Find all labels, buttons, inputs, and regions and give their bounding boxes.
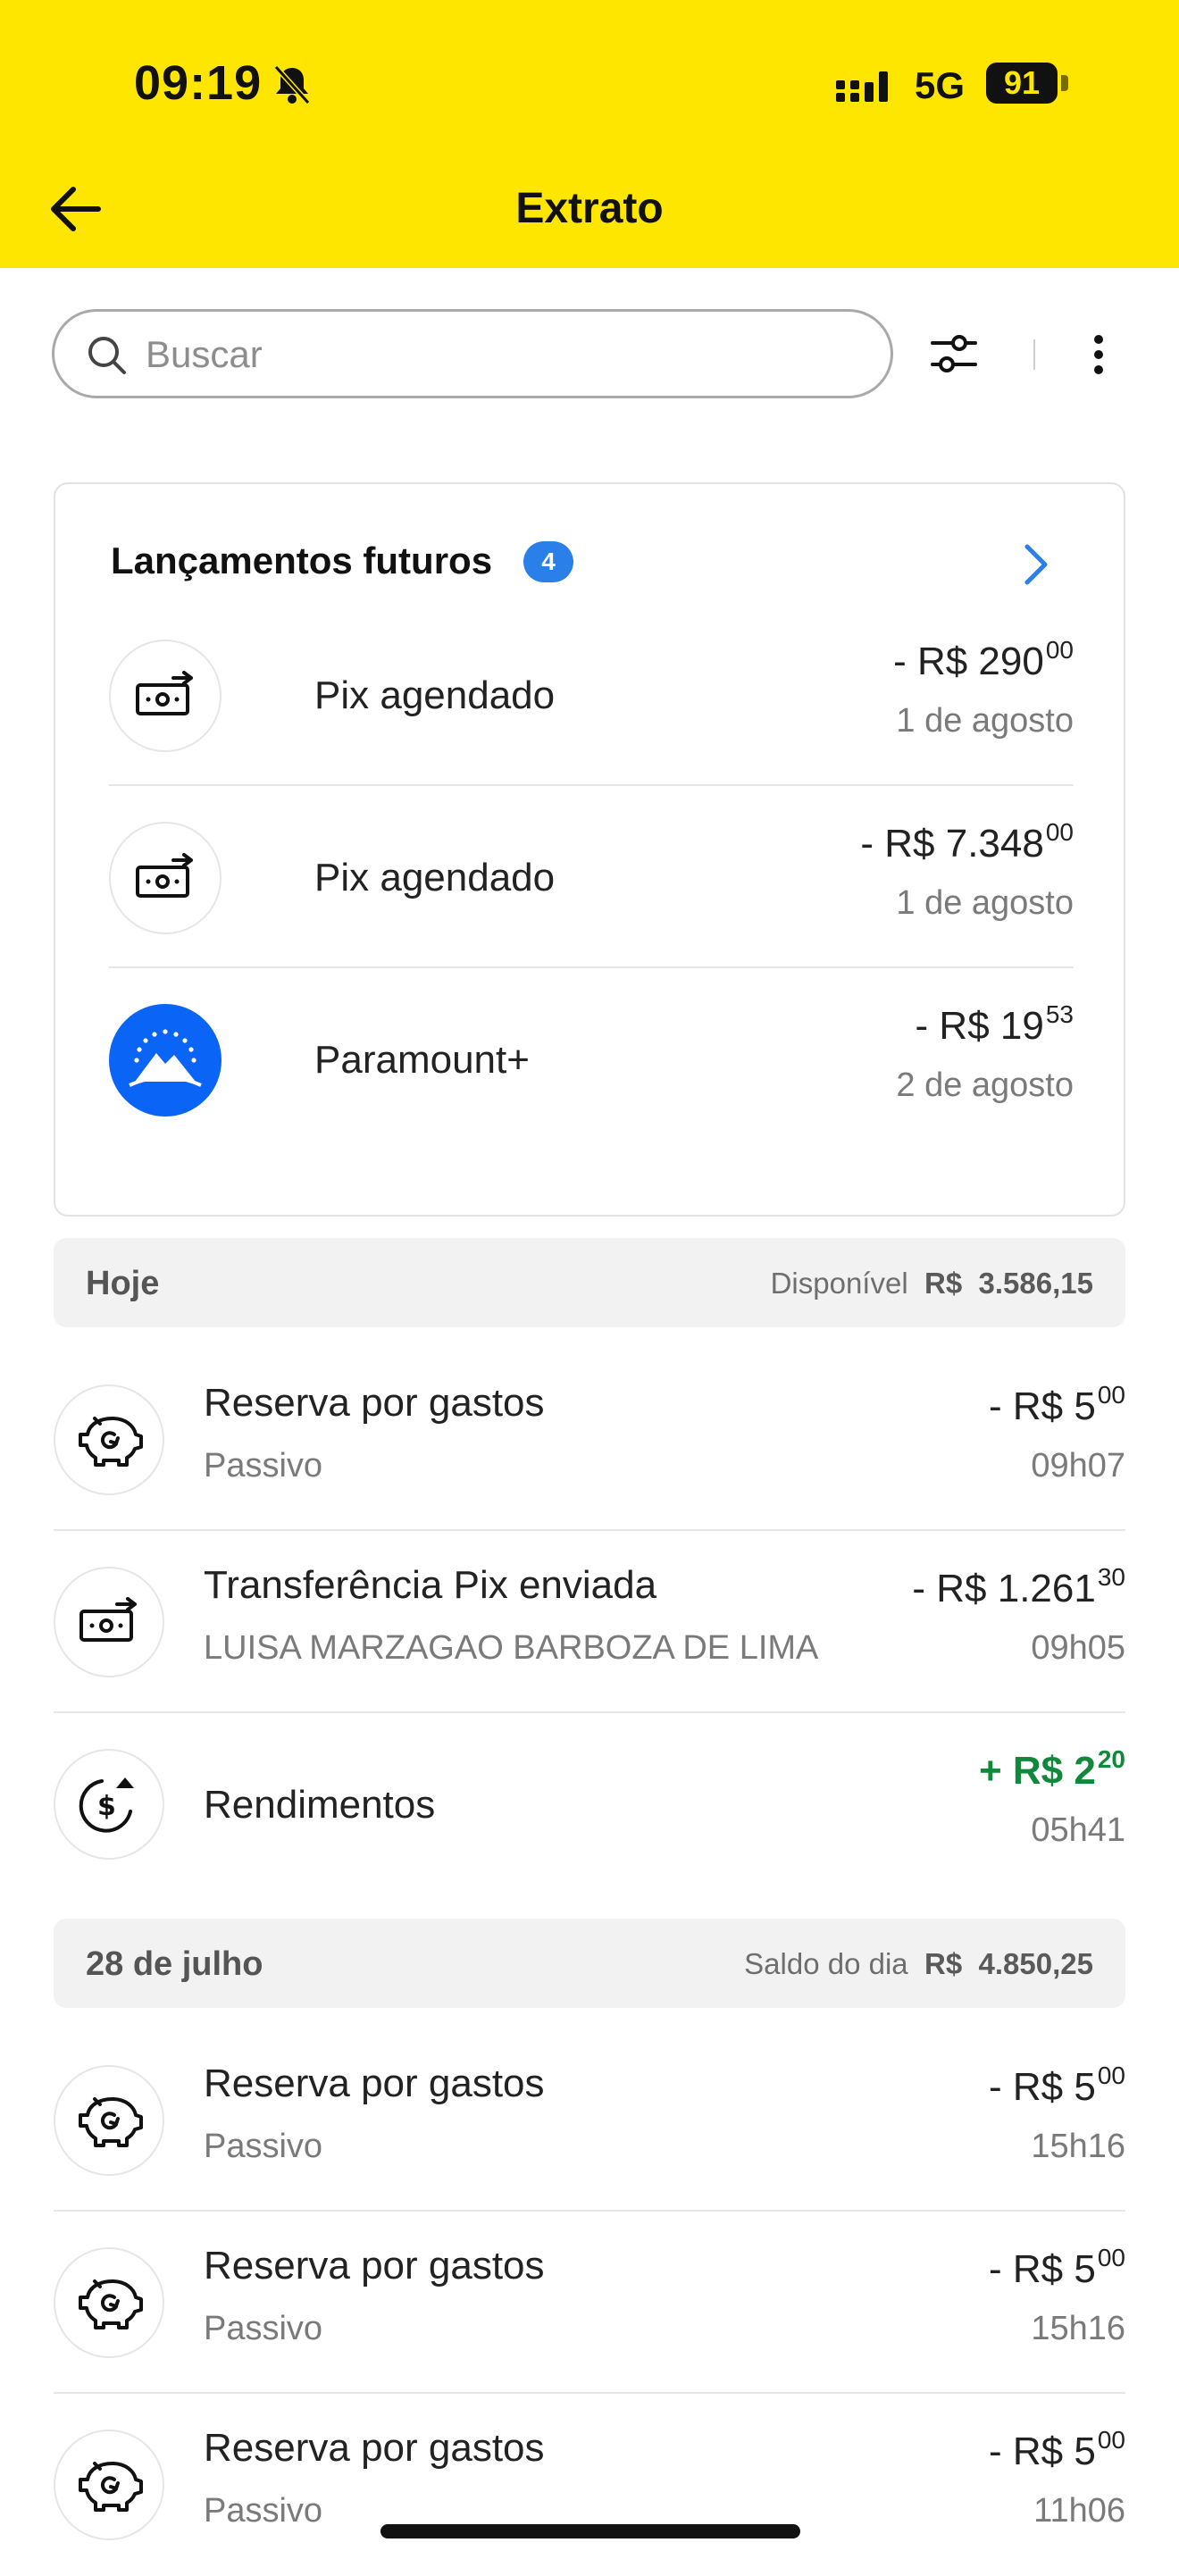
transaction-time: 05h41	[1031, 1811, 1125, 1849]
day-balance: Disponível R$ 3.586,15	[770, 1267, 1093, 1300]
day-header: Hoje Disponível R$ 3.586,15	[54, 1238, 1125, 1327]
network-type: 5G	[915, 64, 966, 106]
home-indicator[interactable]	[380, 2524, 800, 2538]
future-launches-title: Lançamentos futuros	[111, 539, 493, 581]
paramount-logo	[109, 1004, 222, 1117]
transaction-row[interactable]: Reserva por gastos Passivo - R$ 500 15h1…	[54, 2029, 1125, 2212]
transaction-sub: Passivo	[204, 2128, 323, 2165]
transaction-name: Transferência Pix enviada	[204, 1563, 657, 1607]
future-item-date: 1 de agosto	[896, 702, 1074, 740]
transaction-amount: - R$ 500	[989, 1381, 1125, 1428]
day-balance: Saldo do dia R$ 4.850,25	[744, 1947, 1093, 1980]
transaction-name: Reserva por gastos	[204, 1381, 545, 1425]
transaction-sub: LUISA MARZAGAO BARBOZA DE LIMA	[204, 1629, 819, 1667]
svg-text:$: $	[97, 1791, 116, 1822]
more-options-icon[interactable]	[1091, 334, 1106, 375]
transaction-name: Reserva por gastos	[204, 2062, 545, 2105]
transaction-name: Rendimentos	[204, 1783, 436, 1827]
piggy-bank-icon	[54, 2430, 164, 2540]
future-item-date: 1 de agosto	[896, 884, 1074, 922]
filter-icon[interactable]	[929, 330, 979, 377]
transaction-amount: + R$ 220	[978, 1745, 1125, 1793]
battery-icon: 91	[986, 63, 1068, 104]
future-item-label: Pix agendado	[314, 856, 556, 899]
app-header: 09:19 5G 91 Extrato	[0, 0, 1179, 268]
transaction-amount: - R$ 500	[989, 2244, 1125, 2291]
pix-transfer-icon	[54, 1567, 164, 1677]
day-name: 28 de julho	[86, 1945, 263, 1983]
scheduled-pix-icon	[109, 822, 222, 934]
piggy-bank-icon	[54, 1384, 164, 1495]
transaction-time: 15h16	[1031, 2310, 1125, 2347]
signal-icon	[836, 71, 888, 102]
piggy-bank-icon	[54, 2247, 164, 2358]
bell-muted-icon	[273, 64, 311, 105]
search-icon	[88, 337, 126, 374]
future-item[interactable]: Pix agendado - R$ 7.34800 1 de agosto	[109, 786, 1074, 968]
transaction-sub: Passivo	[204, 2310, 323, 2347]
transaction-name: Reserva por gastos	[204, 2426, 545, 2470]
transaction-time: 11h06	[1033, 2492, 1125, 2530]
transaction-name: Reserva por gastos	[204, 2244, 545, 2287]
future-item[interactable]: Pix agendado - R$ 29000 1 de agosto	[109, 604, 1074, 786]
transaction-row[interactable]: Reserva por gastos Passivo - R$ 500 09h0…	[54, 1349, 1125, 1531]
transaction-sub: Passivo	[204, 1447, 323, 1485]
future-launches-card[interactable]: Lançamentos futuros 4 Pix agendado - R$ …	[54, 482, 1125, 1217]
transaction-row[interactable]: $ Rendimentos + R$ 220 05h41	[54, 1713, 1125, 1895]
toolbar-divider	[1033, 339, 1035, 370]
transaction-row[interactable]: Transferência Pix enviada LUISA MARZAGAO…	[54, 1531, 1125, 1713]
transaction-amount: - R$ 1.26130	[912, 1563, 1125, 1610]
count-badge: 4	[523, 541, 573, 582]
transaction-row[interactable]: Reserva por gastos Passivo - R$ 500 15h1…	[54, 2212, 1125, 2394]
transaction-amount: - R$ 500	[989, 2426, 1125, 2473]
future-item-amount: - R$ 7.34800	[860, 818, 1074, 866]
future-item-date: 2 de agosto	[896, 1066, 1074, 1104]
future-item-label: Paramount+	[314, 1038, 530, 1082]
future-item-amount: - R$ 1953	[915, 1000, 1074, 1048]
transaction-amount: - R$ 500	[989, 2062, 1125, 2109]
future-item[interactable]: Paramount+ - R$ 1953 2 de agosto	[109, 968, 1074, 1150]
scheduled-pix-icon	[109, 640, 222, 752]
day-name: Hoje	[86, 1265, 160, 1302]
transaction-time: 09h05	[1031, 1629, 1125, 1667]
status-time: 09:19	[134, 56, 263, 110]
transaction-time: 15h16	[1031, 2128, 1125, 2165]
transaction-row[interactable]: Reserva por gastos Passivo - R$ 500 11h0…	[54, 2394, 1125, 2576]
chevron-right-icon[interactable]	[1022, 543, 1049, 586]
earnings-icon: $	[54, 1749, 164, 1860]
piggy-bank-icon	[54, 2065, 164, 2176]
search-field[interactable]	[52, 309, 893, 398]
transaction-sub: Passivo	[204, 2492, 323, 2530]
future-item-amount: - R$ 29000	[893, 636, 1074, 683]
transaction-time: 09h07	[1031, 1447, 1125, 1485]
day-header: 28 de julho Saldo do dia R$ 4.850,25	[54, 1919, 1125, 2008]
future-item-label: Pix agendado	[314, 673, 556, 717]
search-input[interactable]	[146, 328, 860, 381]
battery-level: 91	[986, 63, 1058, 104]
page-title: Extrato	[515, 185, 664, 232]
